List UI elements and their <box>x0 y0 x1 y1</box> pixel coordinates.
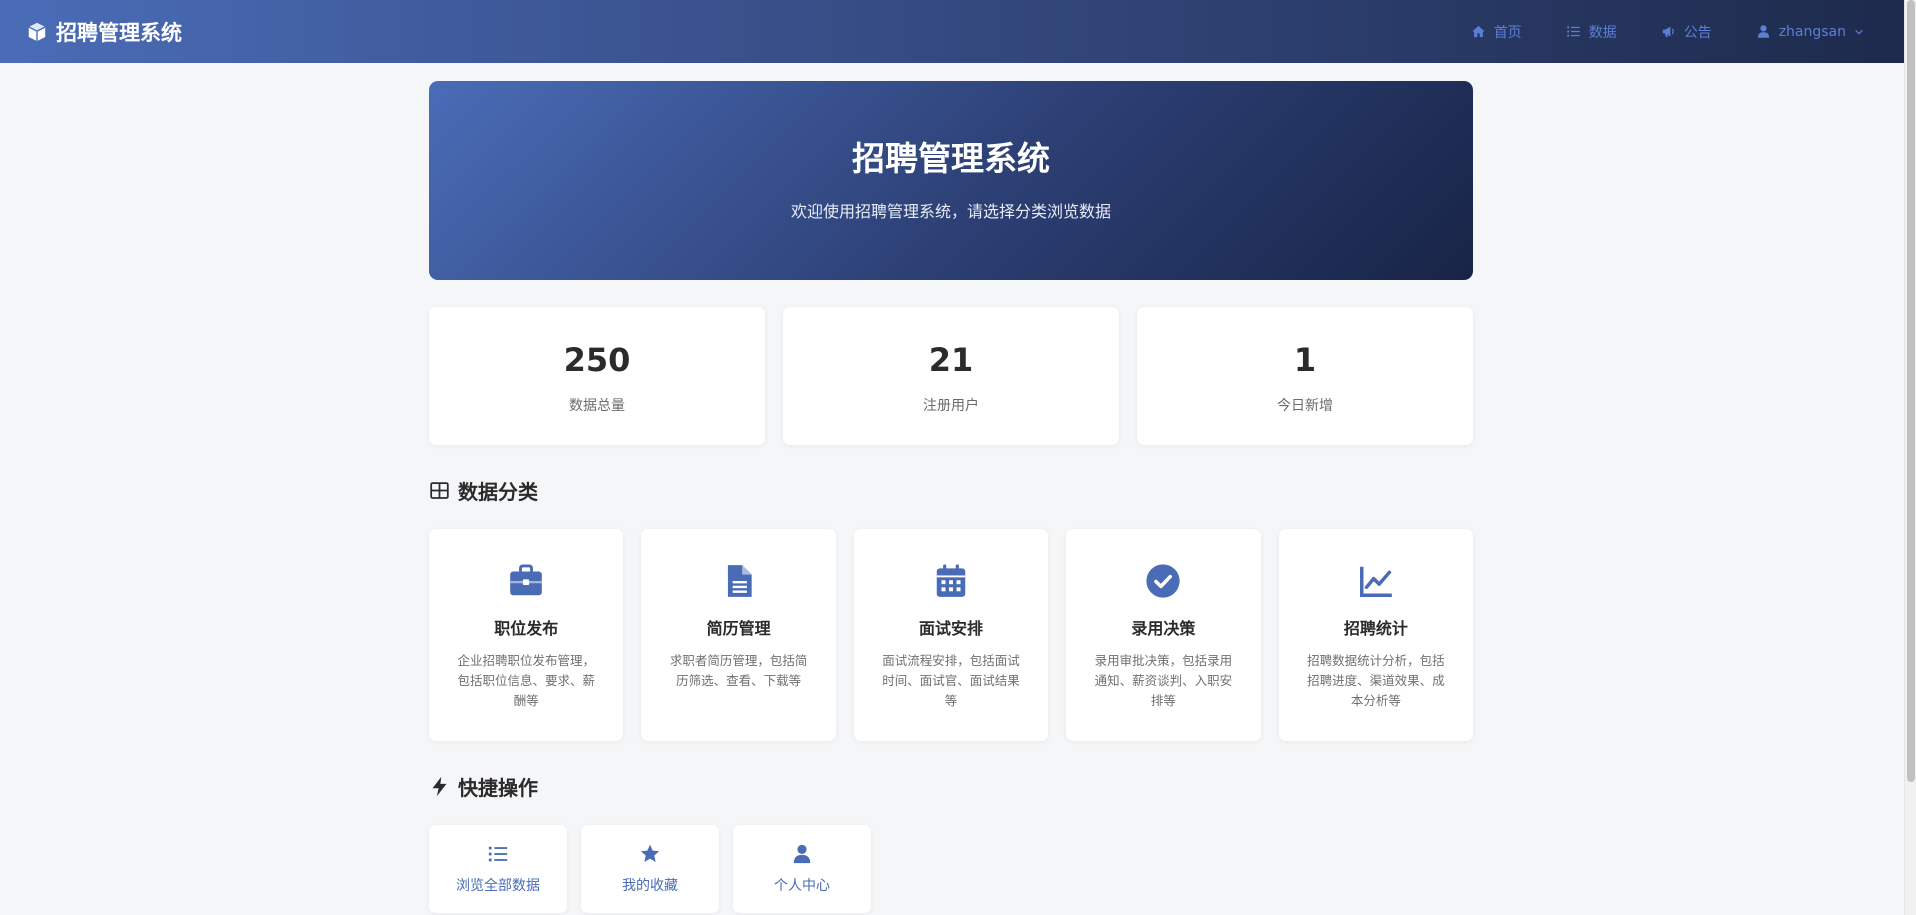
brand-title: 招聘管理系统 <box>56 20 182 45</box>
stat-label: 今日新增 <box>1277 398 1333 414</box>
category-desc: 求职者简历管理，包括简历筛选、查看、下载等 <box>669 653 808 688</box>
briefcase-icon <box>510 564 543 596</box>
scrollbar-thumb[interactable] <box>1907 0 1915 782</box>
category-desc: 面试流程安排，包括面试时间、面试官、面试结果等 <box>882 653 1020 708</box>
stat-value: 250 <box>563 341 631 379</box>
chevron-down-icon <box>1855 29 1863 35</box>
brand[interactable]: 招聘管理系统 <box>26 0 182 63</box>
category-title: 招聘统计 <box>1343 619 1408 638</box>
category-card-interview[interactable]: 面试安排 面试流程安排，包括面试时间、面试官、面试结果等 <box>853 529 1049 741</box>
nav-item-data[interactable]: 数据 <box>1566 22 1617 42</box>
user-menu[interactable]: zhangsan <box>1756 24 1864 40</box>
table-icon <box>430 482 449 499</box>
top-navbar: 招聘管理系统 首页 数据 公告 zhangsan <box>0 0 1904 63</box>
cube-icon <box>28 22 46 41</box>
check-circle-icon <box>1146 564 1181 598</box>
category-title: 简历管理 <box>706 619 771 638</box>
nav-item-announcements[interactable]: 公告 <box>1661 22 1712 42</box>
calendar-icon <box>936 564 966 597</box>
stat-card-total: 250 数据总量 <box>429 307 765 445</box>
quick-actions-heading: 快捷操作 <box>429 772 1473 801</box>
category-card-statistics[interactable]: 招聘统计 招聘数据统计分析，包括招聘进度、渠道效果、成本分析等 <box>1278 529 1474 741</box>
category-title: 录用决策 <box>1131 619 1196 638</box>
quick-action-favorites[interactable]: 我的收藏 <box>581 825 719 913</box>
page-scrollbar[interactable] <box>1904 0 1916 915</box>
stat-card-users: 21 注册用户 <box>783 307 1119 445</box>
stat-label: 数据总量 <box>569 398 625 414</box>
stat-value: 1 <box>1293 341 1317 379</box>
hero-subtitle: 欢迎使用招聘管理系统，请选择分类浏览数据 <box>790 201 1111 221</box>
stat-card-today: 1 今日新增 <box>1137 307 1473 445</box>
categories-heading: 数据分类 <box>429 476 1473 505</box>
quick-action-label: 个人中心 <box>774 878 830 894</box>
quick-action-label: 浏览全部数据 <box>456 878 540 894</box>
user-name: zhangsan <box>1778 23 1846 40</box>
category-card-resume[interactable]: 简历管理 求职者简历管理，包括简历筛选、查看、下载等 <box>641 529 836 741</box>
stats-row: 250 数据总量 21 注册用户 1 今日新增 <box>429 307 1473 445</box>
quick-action-label: 我的收藏 <box>622 878 678 894</box>
category-title: 面试安排 <box>919 619 984 638</box>
hero-title: 招聘管理系统 <box>852 138 1050 178</box>
category-card-hiring-decision[interactable]: 录用决策 录用审批决策，包括录用通知、薪资谈判、入职安排等 <box>1066 529 1261 741</box>
stat-label: 注册用户 <box>923 398 979 414</box>
stat-value: 21 <box>928 341 974 379</box>
nav-item-label: 公告 <box>1683 24 1712 41</box>
category-card-job-posting[interactable]: 职位发布 企业招聘职位发布管理，包括职位信息、要求、薪酬等 <box>429 529 624 741</box>
category-grid: 职位发布 企业招聘职位发布管理，包括职位信息、要求、薪酬等 简历管理 求职者简历… <box>429 529 1474 741</box>
user-icon <box>1757 25 1769 38</box>
main-content: 招聘管理系统 欢迎使用招聘管理系统，请选择分类浏览数据 250 数据总量 21 … <box>429 81 1474 913</box>
quick-action-profile[interactable]: 个人中心 <box>733 825 871 913</box>
category-title: 职位发布 <box>494 619 559 638</box>
section-title: 快捷操作 <box>458 776 538 800</box>
category-desc: 招聘数据统计分析，包括招聘进度、渠道效果、成本分析等 <box>1307 653 1445 708</box>
home-icon <box>1471 25 1485 38</box>
nav-links: 首页 数据 公告 zhangsan <box>1471 0 1864 63</box>
document-icon <box>727 565 752 597</box>
quick-action-browse-all[interactable]: 浏览全部数据 <box>429 825 567 913</box>
nav-item-home[interactable]: 首页 <box>1471 22 1522 42</box>
megaphone-icon <box>1662 26 1674 38</box>
star-icon <box>640 844 660 862</box>
user-icon <box>793 844 811 864</box>
hero-banner: 招聘管理系统 欢迎使用招聘管理系统，请选择分类浏览数据 <box>429 81 1473 280</box>
line-chart-icon <box>1359 566 1392 597</box>
quick-actions: 浏览全部数据 我的收藏 个人中心 <box>429 825 1473 913</box>
category-desc: 企业招聘职位发布管理，包括职位信息、要求、薪酬等 <box>457 653 595 708</box>
section-title: 数据分类 <box>458 480 538 504</box>
nav-item-label: 数据 <box>1588 24 1617 41</box>
list-icon <box>488 846 508 862</box>
category-desc: 录用审批决策，包括录用通知、薪资谈判、入职安排等 <box>1094 653 1233 708</box>
nav-item-label: 首页 <box>1493 24 1522 41</box>
lightning-icon <box>432 776 447 797</box>
list-icon <box>1566 26 1580 37</box>
